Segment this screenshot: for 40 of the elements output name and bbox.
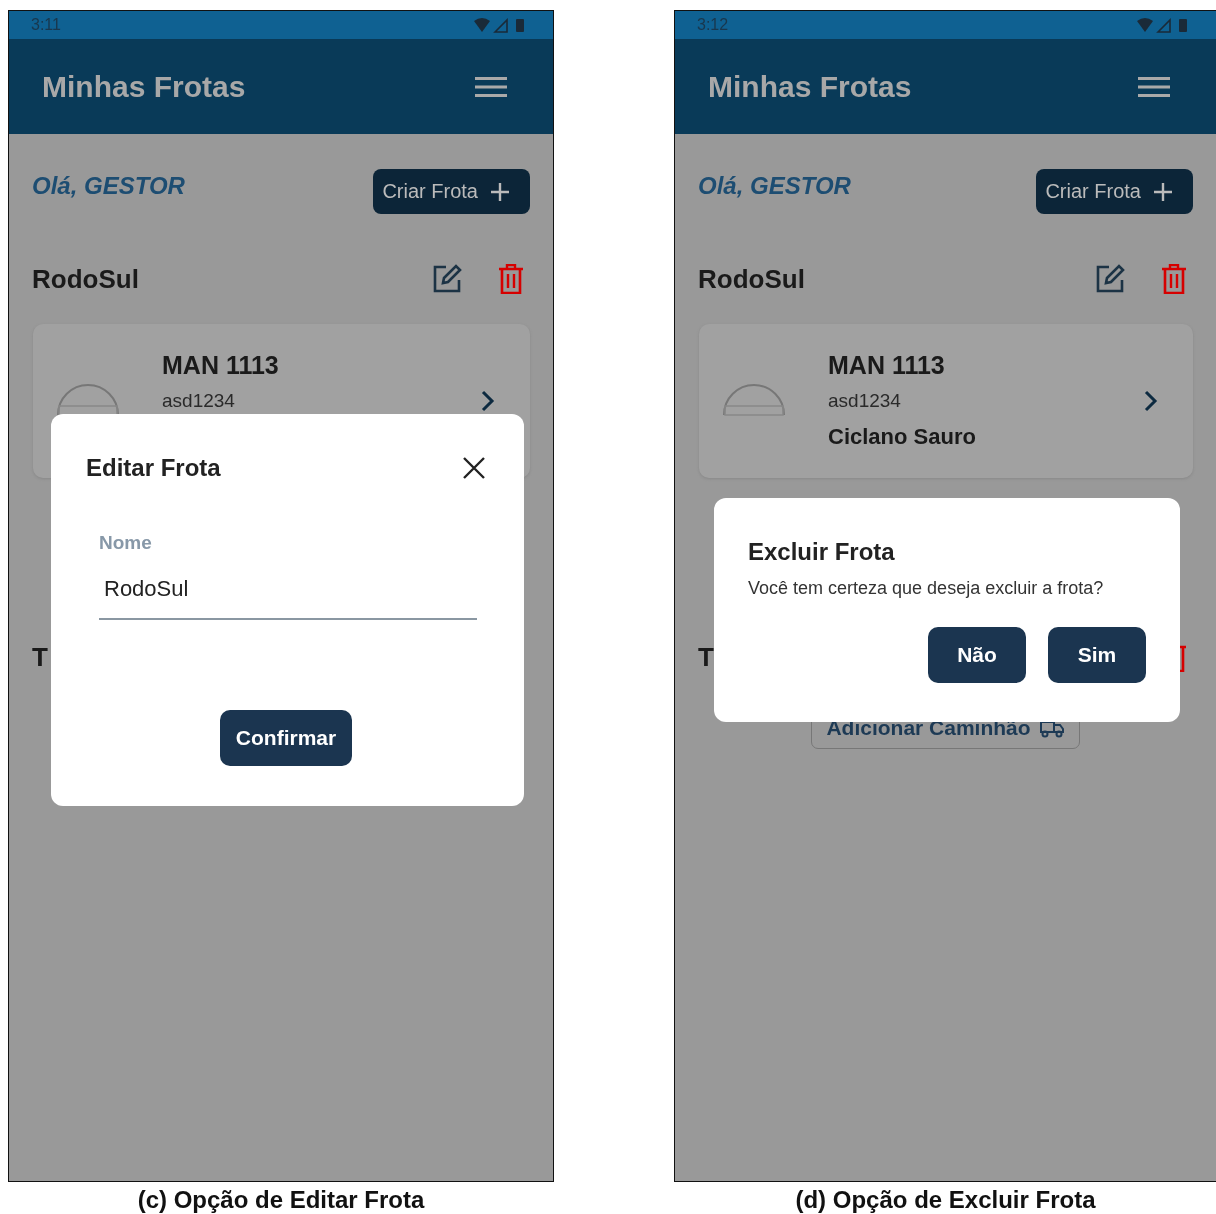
- fleet-name: T: [32, 641, 48, 673]
- greeting: Olá, GESTOR: [698, 171, 851, 200]
- chevron-right-icon: [1144, 390, 1158, 412]
- greeting: Olá, GESTOR: [32, 171, 185, 200]
- truck-model: MAN 1113: [162, 350, 279, 381]
- create-fleet-button[interactable]: Criar Frota: [373, 169, 530, 214]
- name-field[interactable]: Nome RodoSul: [99, 532, 477, 620]
- status-time: 3:11: [31, 16, 61, 34]
- field-label: Nome: [99, 532, 153, 554]
- driver-name: Ciclano Sauro: [828, 423, 976, 451]
- truck-plate: asd1234: [828, 389, 902, 413]
- fleet-name: RodoSul: [698, 263, 805, 295]
- edit-icon[interactable]: [1095, 264, 1125, 294]
- app-title: Minhas Frotas: [42, 69, 246, 104]
- status-icons: [473, 17, 527, 33]
- dialog-button[interactable]: Não: [928, 627, 1026, 683]
- plus-icon: [1153, 181, 1173, 202]
- status-time: 3:12: [697, 16, 729, 34]
- plus-icon: [490, 181, 510, 202]
- confirm-button[interactable]: Confirmar: [219, 710, 353, 766]
- edit-icon[interactable]: [432, 264, 462, 294]
- figure-caption: (c) Opção de Editar Frota: [137, 1186, 425, 1214]
- dialog-message: Você tem certeza que deseja excluir a frota?: [748, 578, 1105, 599]
- create-fleet-button[interactable]: Criar Frota: [1036, 169, 1193, 214]
- fleet-name: T: [698, 641, 714, 673]
- truck-plate: asd1234: [162, 389, 236, 413]
- close-icon[interactable]: [462, 456, 486, 480]
- chevron-right-icon: [481, 390, 495, 412]
- menu-icon[interactable]: [1138, 75, 1170, 98]
- field-value: RodoSul: [104, 576, 190, 602]
- emblem-icon: [721, 381, 787, 417]
- dialog-title: Excluir Frota: [748, 538, 896, 566]
- truck-model: MAN 1113: [828, 350, 946, 381]
- menu-icon[interactable]: [475, 75, 507, 98]
- app-title: Minhas Frotas: [708, 69, 912, 104]
- figure-caption: (d) Opção de Excluir Frota: [795, 1186, 1096, 1214]
- status-icons: [1136, 17, 1190, 33]
- fleet-name: RodoSul: [32, 263, 139, 295]
- truck-card[interactable]: MAN 1113 asd1234 Ciclano Sauro: [699, 324, 1193, 478]
- dialog-button[interactable]: Sim: [1048, 627, 1146, 683]
